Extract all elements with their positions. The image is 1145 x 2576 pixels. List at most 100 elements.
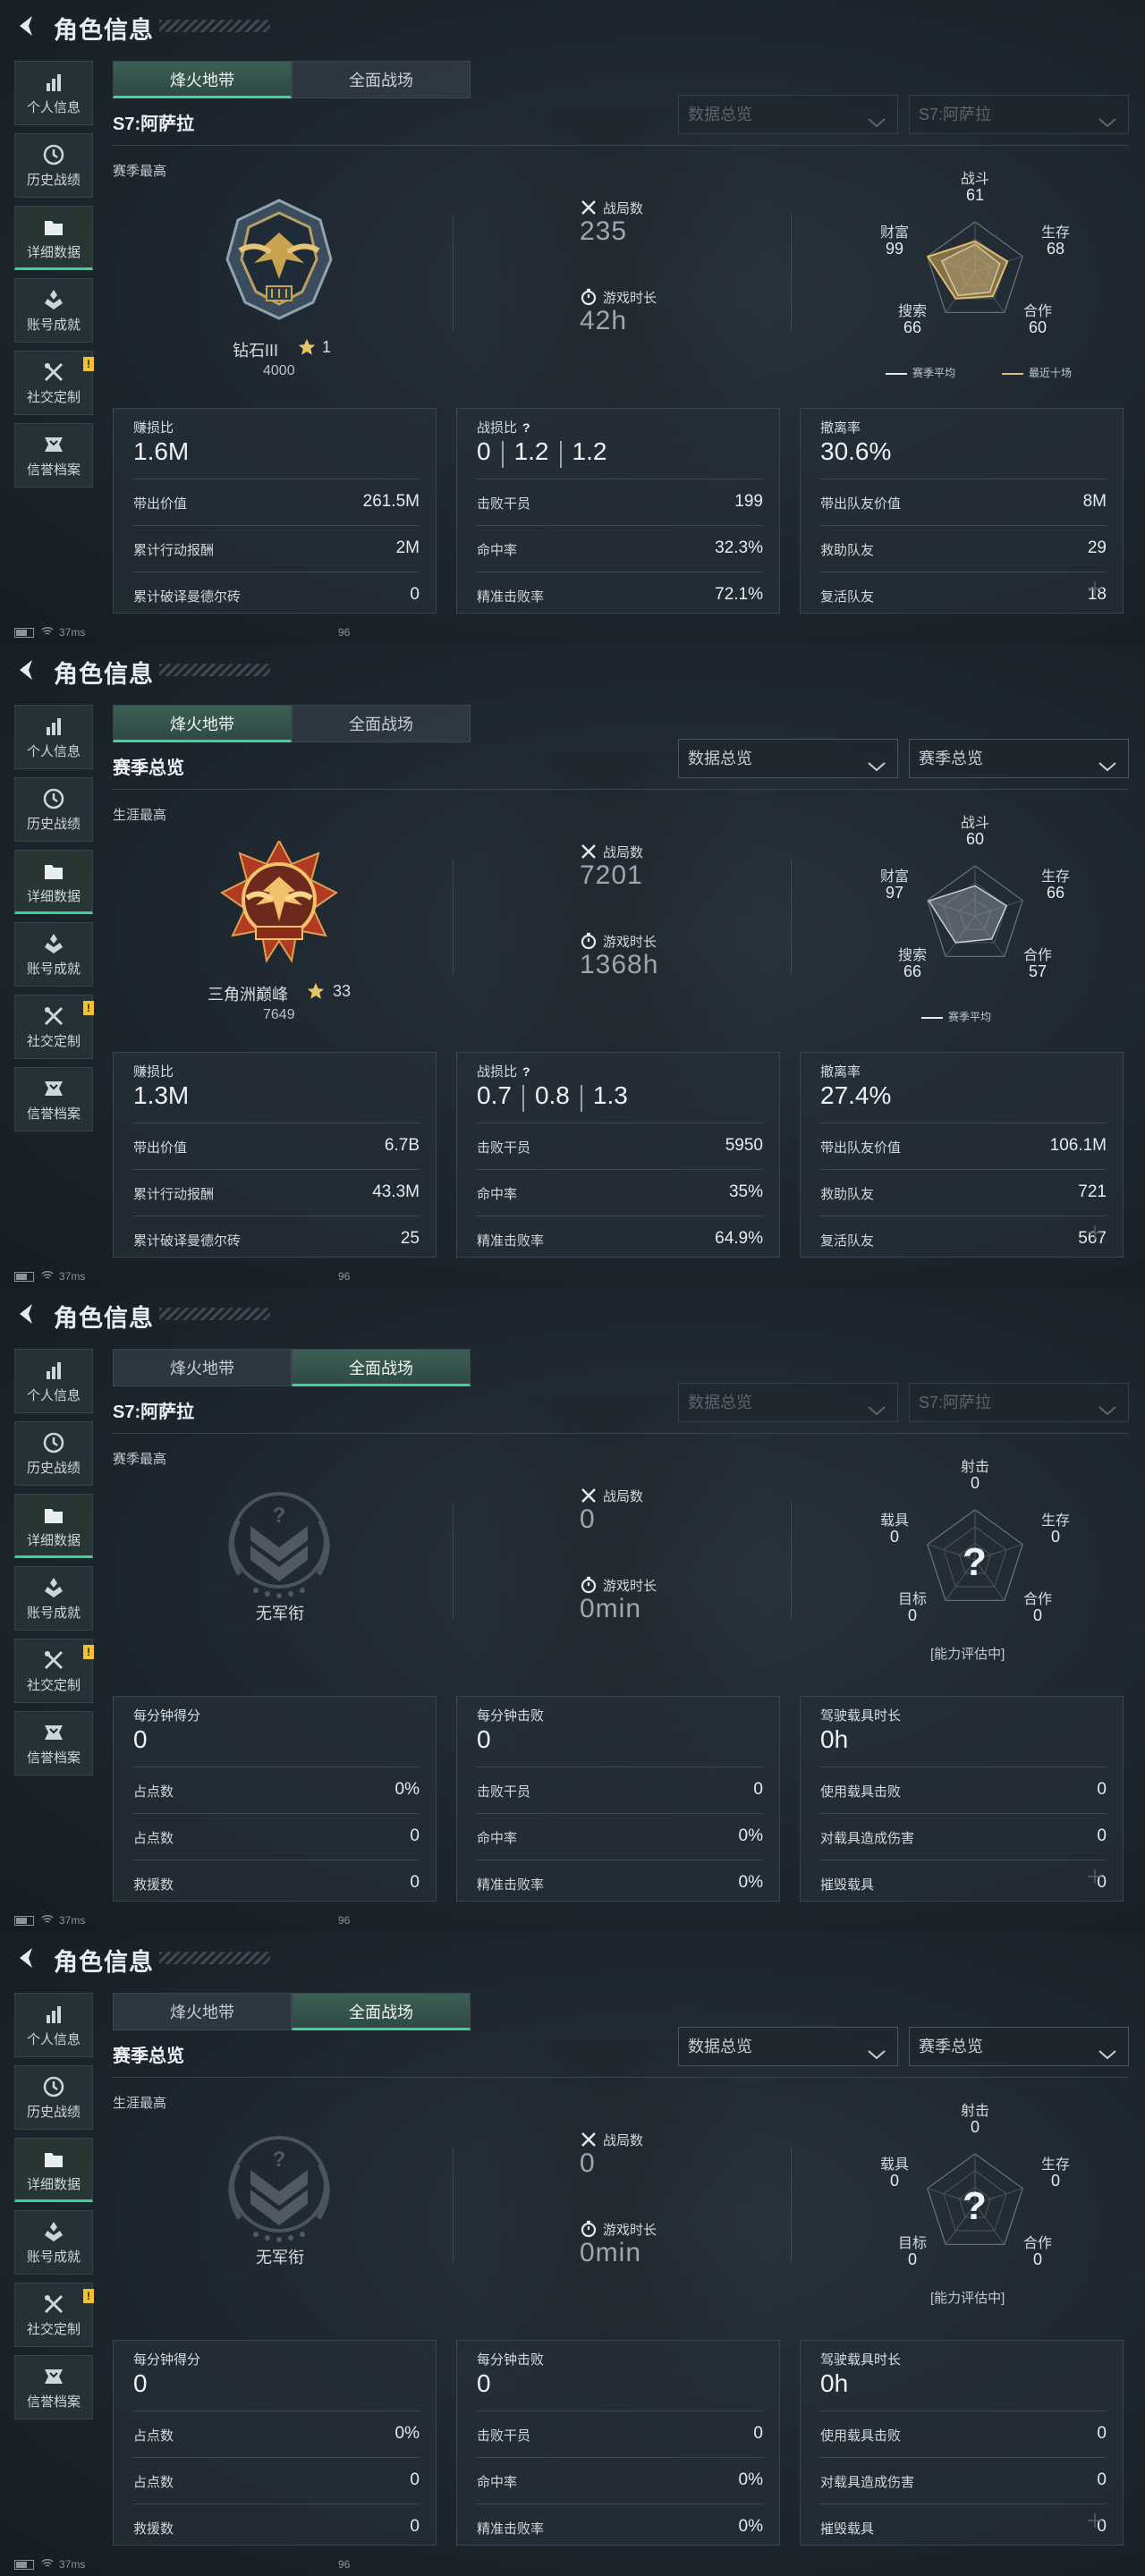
tab-mode[interactable]: 烽火地带: [113, 1349, 292, 1386]
sidebar-item[interactable]: 账号成就: [14, 278, 93, 343]
filter-dropdown[interactable]: 赛季总览: [909, 739, 1129, 778]
sidebar-item[interactable]: 个人信息: [14, 1993, 93, 2057]
star-icon: [297, 337, 317, 357]
stat-card: 撤离率 30.6% 带出队友价值 8M 救助队友 29 复活队友 18: [800, 408, 1124, 614]
svg-text:?: ?: [273, 1504, 286, 1528]
sidebar-item[interactable]: 详细数据: [14, 2138, 93, 2202]
card-row: 使用载具击败 0: [820, 1767, 1107, 1814]
stat-card: 每分钟得分 0 占点数 0% 占点数 0 救援数 0: [113, 1696, 437, 1902]
card-row: 救助队友 29: [820, 525, 1107, 572]
status-bar: 37ms 96: [14, 1270, 350, 1283]
tab-mode[interactable]: 全面战场: [292, 1349, 471, 1386]
sidebar-item[interactable]: 历史战绩: [14, 2065, 93, 2130]
tab-mode[interactable]: 烽火地带: [113, 61, 292, 98]
radar-chart: ? 射击 0 生存 0 合作 0 目标 0 载具 0 [能力评估中]: [859, 1454, 1091, 1665]
kd-value: 1.2: [513, 437, 549, 465]
dropdown-value: 赛季总览: [919, 750, 983, 767]
filter-dropdown[interactable]: 赛季总览: [909, 2027, 1129, 2066]
sidebar-item[interactable]: 历史战绩: [14, 1421, 93, 1486]
radar-label: 载具: [879, 2157, 909, 2173]
sidebar-item[interactable]: 信誉档案: [14, 423, 93, 487]
filter-dropdown[interactable]: 数据总览: [678, 95, 898, 134]
card-row: 摧毁载具 0: [820, 1860, 1107, 1907]
back-arrow-icon[interactable]: [13, 1301, 39, 1327]
expand-plus-icon[interactable]: [1085, 1223, 1105, 1242]
card-header: 每分钟击败: [477, 2350, 544, 2368]
expand-plus-icon[interactable]: [1085, 2511, 1105, 2530]
expand-plus-icon[interactable]: [1085, 1867, 1105, 1886]
back-arrow-icon[interactable]: [13, 657, 39, 683]
card-header: 每分钟得分: [133, 2350, 200, 2368]
sidebar-item[interactable]: 社交定制!: [14, 1639, 94, 1703]
sidebar-item[interactable]: 详细数据: [14, 1494, 93, 1558]
card-header: 赚损比: [133, 418, 174, 436]
tab-mode[interactable]: 烽火地带: [113, 1993, 292, 2030]
row-value: 35%: [728, 1182, 763, 1201]
row-label: 击败干员: [477, 496, 531, 512]
sidebar-item[interactable]: 信誉档案: [14, 2355, 93, 2419]
row-label: 占点数: [133, 1784, 174, 1800]
radar-legend-item: 最近十场: [1002, 365, 1072, 380]
sidebar-item[interactable]: 社交定制!: [14, 995, 94, 1059]
sidebar-item[interactable]: 个人信息: [14, 1349, 93, 1413]
tab-mode[interactable]: 全面战场: [292, 1993, 471, 2030]
sidebar-item[interactable]: 账号成就: [14, 1566, 93, 1631]
row-value: 29: [1087, 538, 1107, 557]
card-row: 对载具造成伤害 0: [820, 1813, 1107, 1860]
card-row: 复活队友 18: [820, 572, 1107, 619]
sidebar-item[interactable]: 详细数据: [14, 206, 93, 270]
filter-dropdown[interactable]: 数据总览: [678, 739, 898, 778]
back-arrow-icon[interactable]: [13, 1945, 39, 1971]
radar-value: 0: [889, 1528, 899, 1546]
sidebar-item[interactable]: 个人信息: [14, 61, 93, 125]
filter-dropdown[interactable]: 数据总览: [678, 2027, 898, 2066]
row-value: 0: [1097, 2470, 1107, 2489]
sidebar-item[interactable]: 历史战绩: [14, 777, 93, 842]
help-icon[interactable]: ?: [522, 420, 530, 435]
sidebar-item[interactable]: 信誉档案: [14, 1711, 93, 1775]
row-label: 救援数: [133, 1877, 174, 1893]
sidebar-item[interactable]: 社交定制!: [14, 2283, 94, 2347]
card-row: 对载具造成伤害 0: [820, 2457, 1107, 2504]
ability-evaluating-text: [能力评估中]: [930, 2291, 1005, 2306]
row-label: 摧毁载具: [820, 1877, 875, 1893]
card-row: 占点数 0: [133, 2457, 420, 2504]
help-icon[interactable]: ?: [522, 1064, 530, 1079]
row-value: 0: [1097, 1780, 1107, 1799]
sidebar-item[interactable]: 账号成就: [14, 2210, 93, 2275]
card-row: 击败干员 0: [477, 2411, 763, 2458]
back-arrow-icon[interactable]: [13, 13, 39, 39]
tab-mode[interactable]: 烽火地带: [113, 705, 292, 742]
sidebar-item-label: 信誉档案: [26, 1750, 81, 1766]
tools-icon: [44, 362, 64, 382]
filter-dropdown[interactable]: S7:阿萨拉: [909, 1383, 1129, 1422]
card-header: 战损比?: [477, 418, 530, 436]
row-value: 0%: [394, 2424, 420, 2443]
folder-icon: [45, 2153, 63, 2167]
tab-mode[interactable]: 全面战场: [292, 705, 471, 742]
expand-plus-icon[interactable]: [1085, 579, 1105, 598]
card-main-value: 0: [477, 2369, 491, 2397]
filter-dropdown[interactable]: 数据总览: [678, 1383, 898, 1422]
page-title: 角色信息: [54, 17, 154, 44]
tab-mode[interactable]: 全面战场: [292, 61, 471, 98]
sidebar-item[interactable]: 历史战绩: [14, 133, 93, 198]
tools-icon: [44, 1650, 64, 1670]
sidebar-item[interactable]: 信誉档案: [14, 1067, 93, 1131]
radar-label: 战斗: [960, 172, 989, 187]
status-bar: 37ms 96: [14, 1914, 350, 1927]
kd-value: 0.8: [534, 1081, 570, 1109]
sidebar-item[interactable]: 账号成就: [14, 922, 93, 987]
sidebar-item-label: 账号成就: [26, 962, 81, 977]
sidebar-item-label: 个人信息: [26, 100, 81, 115]
wifi-icon: [41, 2558, 54, 2571]
card-row: 占点数 0%: [133, 1767, 420, 1814]
row-value: 72.1%: [715, 585, 763, 604]
filter-dropdown[interactable]: S7:阿萨拉: [909, 95, 1129, 134]
sidebar-item[interactable]: 详细数据: [14, 850, 93, 914]
radar-label: 生存: [1040, 1513, 1070, 1529]
row-label: 命中率: [477, 543, 518, 558]
sidebar-item[interactable]: 个人信息: [14, 705, 93, 769]
sidebar-item[interactable]: 社交定制!: [14, 351, 94, 415]
crossed-swords-icon: [580, 2131, 598, 2148]
